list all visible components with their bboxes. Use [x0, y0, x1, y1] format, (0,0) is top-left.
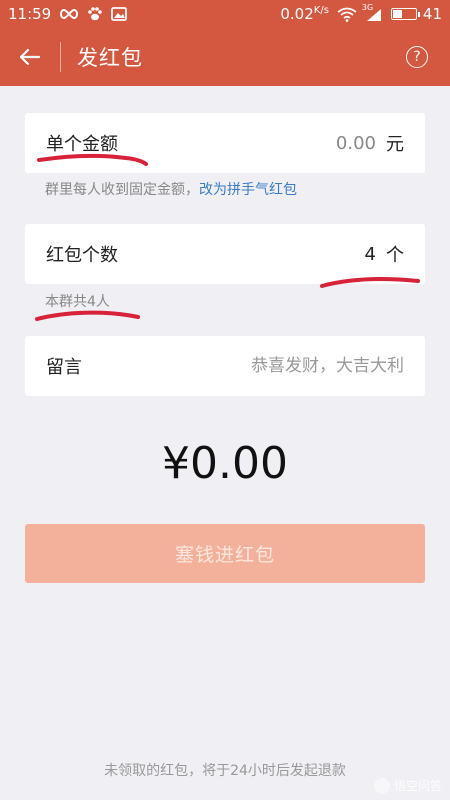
amount-hint-text: 群里每人收到固定金额， — [45, 182, 199, 198]
image-notification-icon — [111, 7, 128, 21]
page-title: 发红包 — [77, 46, 143, 70]
status-time: 11:59 — [8, 5, 52, 23]
cellular-signal-icon: 3G — [362, 3, 383, 22]
title-divider — [60, 42, 61, 72]
back-button[interactable] — [0, 28, 60, 86]
amount-row[interactable]: 单个金额 0.00 元 — [25, 113, 425, 173]
paw-icon — [87, 7, 103, 21]
help-button[interactable]: ? — [406, 46, 428, 68]
amount-hint: 群里每人收到固定金额，改为拼手气红包 — [45, 179, 297, 199]
wifi-icon — [337, 7, 357, 22]
count-unit: 个 — [386, 245, 404, 266]
submit-red-packet-button[interactable]: 塞钱进红包 — [25, 524, 425, 583]
message-input[interactable] — [174, 356, 404, 376]
message-label: 留言 — [46, 357, 82, 378]
amount-unit: 元 — [386, 134, 404, 155]
question-mark-icon: ? — [413, 49, 421, 65]
watermark-text: 悟空问答 — [393, 779, 442, 793]
count-input[interactable]: 4 — [365, 244, 376, 265]
network-speed: 0.02K/s — [280, 5, 329, 23]
count-row[interactable]: 红包个数 4 个 — [25, 224, 425, 284]
battery-icon — [390, 8, 420, 20]
total-amount: ¥0.00 — [162, 438, 288, 489]
amount-label: 单个金额 — [46, 134, 118, 155]
watermark-logo-icon — [373, 777, 390, 794]
battery-indicator: 41 — [390, 5, 442, 23]
title-bar: 发红包 ? — [0, 28, 450, 86]
count-label: 红包个数 — [46, 245, 118, 266]
amount-input[interactable]: 0.00 — [336, 133, 376, 154]
switch-to-random-link[interactable]: 改为拼手气红包 — [199, 182, 297, 198]
arrow-left-icon — [19, 48, 41, 66]
infinity-icon — [59, 8, 79, 20]
watermark: 悟空问答 — [373, 777, 442, 794]
group-size-hint: 本群共4人 — [45, 294, 110, 310]
status-bar: 11:59 0.02K/s 3G 41 — [0, 0, 450, 28]
message-row[interactable]: 留言 — [25, 336, 425, 396]
